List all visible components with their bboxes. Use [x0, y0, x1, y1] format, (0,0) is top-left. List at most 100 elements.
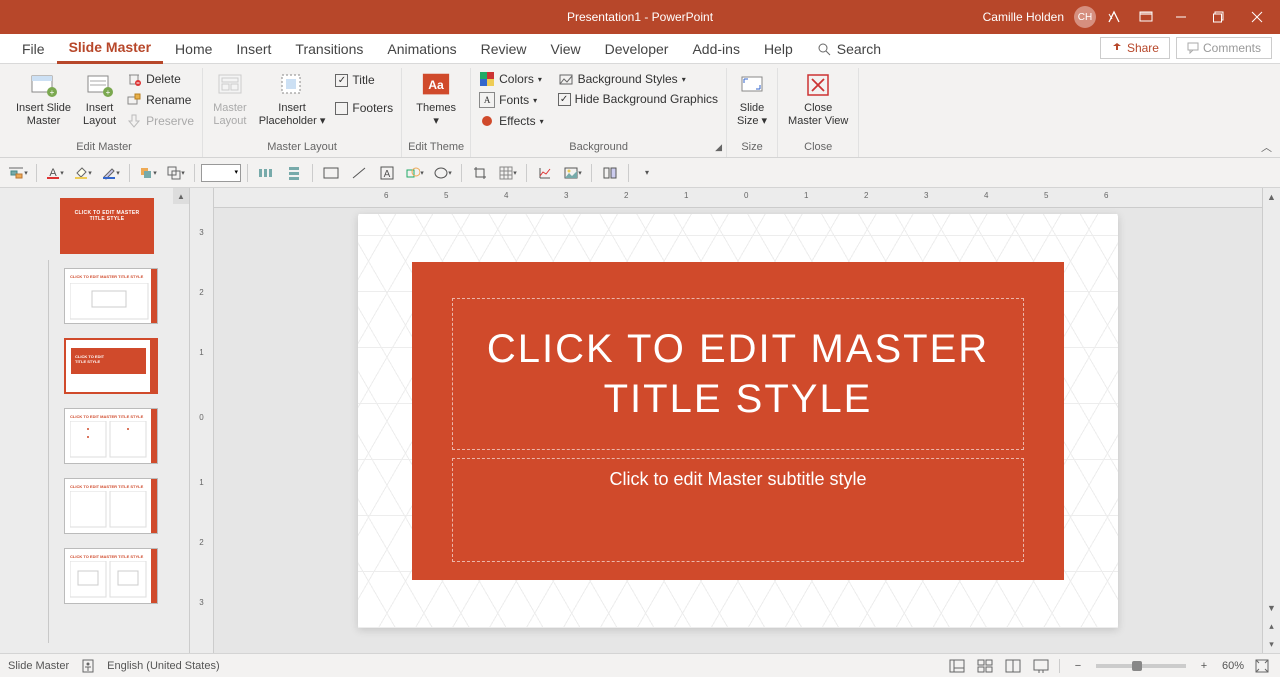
view-normal-button[interactable] [947, 657, 967, 675]
shapes-button[interactable]: ▾ [403, 162, 427, 184]
zoom-level[interactable]: 60% [1222, 660, 1244, 672]
group-button[interactable]: ▾ [164, 162, 188, 184]
preserve-button[interactable]: Preserve [124, 112, 196, 130]
status-language[interactable]: English (United States) [107, 660, 220, 672]
svg-text:Aa: Aa [428, 78, 444, 92]
thumb-layout-3[interactable]: CLICK TO EDIT MASTER TITLE STYLE [64, 408, 158, 464]
collapse-ribbon-button[interactable]: ︿ [1261, 139, 1272, 155]
tab-review[interactable]: Review [469, 35, 539, 63]
scroll-up-button[interactable]: ▲ [1263, 188, 1280, 206]
close-master-view-button[interactable]: Close Master View [784, 68, 852, 130]
group-label-edit-master: Edit Master [12, 139, 196, 157]
thumb-layout-5[interactable]: CLICK TO EDIT MASTER TITLE STYLE [64, 548, 158, 604]
comments-button[interactable]: Comments [1176, 37, 1272, 59]
rectangle-shape-button[interactable] [319, 162, 343, 184]
insert-placeholder-button[interactable]: Insert Placeholder ▾ [255, 68, 330, 130]
background-styles-button[interactable]: Background Styles ▾ [556, 70, 720, 88]
slide[interactable]: CLICK TO EDIT MASTER TITLE STYLE Click t… [358, 214, 1118, 628]
thumb-layout-1[interactable]: CLICK TO EDIT MASTER TITLE STYLE [64, 268, 158, 324]
tab-file[interactable]: File [10, 35, 57, 63]
align-button[interactable]: ▾ [6, 162, 30, 184]
text-box-button[interactable]: A [375, 162, 399, 184]
vertical-ruler: 3 2 1 0 1 2 3 [190, 188, 214, 653]
distribute-v-button[interactable] [282, 162, 306, 184]
thumbnail-panel[interactable]: ▲ CLICK TO EDIT MASTER TITLE STYLE CLICK… [0, 188, 190, 653]
group-close: Close Master View Close [778, 68, 859, 157]
group-label-master-layout: Master Layout [209, 139, 395, 157]
outline-button[interactable]: ▾ [99, 162, 123, 184]
shape-fill-swatch[interactable]: ▾ [201, 164, 241, 182]
title-checkbox[interactable]: ✓Title [333, 72, 395, 88]
view-reading-button[interactable] [1003, 657, 1023, 675]
distribute-h-button[interactable] [254, 162, 278, 184]
background-dialog-launcher[interactable]: ◢ [715, 142, 722, 153]
editor-canvas[interactable]: 6 5 4 3 2 1 0 1 2 3 4 5 6 CLICK TO EDIT … [214, 188, 1262, 653]
colors-button[interactable]: Colors ▾ [477, 70, 545, 88]
close-button[interactable] [1240, 3, 1274, 31]
scroll-down-button[interactable]: ▼ [1263, 599, 1280, 617]
display-options-icon[interactable] [1132, 3, 1160, 31]
user-name: Camille Holden [983, 10, 1064, 24]
coming-soon-icon[interactable] [1100, 3, 1128, 31]
tab-home[interactable]: Home [163, 35, 224, 63]
fit-to-window-button[interactable] [1252, 657, 1272, 675]
minimize-button[interactable] [1164, 3, 1198, 31]
line-shape-button[interactable] [347, 162, 371, 184]
user-avatar[interactable]: CH [1074, 6, 1096, 28]
view-sorter-button[interactable] [975, 657, 995, 675]
master-subtitle-placeholder[interactable]: Click to edit Master subtitle style [452, 458, 1024, 562]
thumb-master[interactable]: CLICK TO EDIT MASTER TITLE STYLE [60, 198, 154, 254]
oval-button[interactable]: ▾ [431, 162, 455, 184]
master-title-placeholder[interactable]: CLICK TO EDIT MASTER TITLE STYLE [452, 298, 1024, 450]
master-layout-button: Master Layout [209, 68, 251, 130]
selection-pane-button[interactable] [598, 162, 622, 184]
tab-view[interactable]: View [539, 35, 593, 63]
search-button[interactable]: Search [805, 35, 893, 63]
rename-button[interactable]: Rename [124, 91, 196, 109]
hide-background-checkbox[interactable]: ✓Hide Background Graphics [556, 91, 720, 107]
quick-toolbar: ▾ A▾ ▾ ▾ ▾ ▾ ▾ A ▾ ▾ ▾ ▾ ▾ [0, 158, 1280, 188]
thumb-layout-4[interactable]: CLICK TO EDIT MASTER TITLE STYLE [64, 478, 158, 534]
tab-help[interactable]: Help [752, 35, 805, 63]
chart-button[interactable] [533, 162, 557, 184]
zoom-out-button[interactable]: − [1068, 657, 1088, 675]
more-button[interactable]: ▾ [635, 162, 659, 184]
slide-size-button[interactable]: Slide Size ▾ [733, 68, 771, 130]
tab-developer[interactable]: Developer [593, 35, 681, 63]
crop-button[interactable] [468, 162, 492, 184]
tab-addins[interactable]: Add-ins [680, 35, 751, 63]
fonts-button[interactable]: AFonts ▾ [477, 91, 545, 109]
prev-slide-button[interactable]: ▴ [1263, 617, 1280, 635]
table-button[interactable]: ▾ [496, 162, 520, 184]
thumb-scroll-up[interactable]: ▲ [173, 188, 189, 204]
status-bar: Slide Master English (United States) − +… [0, 653, 1280, 677]
zoom-slider[interactable] [1096, 664, 1186, 668]
accessibility-icon[interactable] [81, 659, 95, 673]
group-edit-theme: Aa Themes▾ Edit Theme [402, 68, 471, 157]
picture-button[interactable]: ▾ [561, 162, 585, 184]
tab-slide-master[interactable]: Slide Master [57, 33, 163, 64]
view-slideshow-button[interactable] [1031, 657, 1051, 675]
footers-checkbox[interactable]: Footers [333, 100, 395, 116]
effects-button[interactable]: Effects ▾ [477, 112, 545, 130]
next-slide-button[interactable]: ▾ [1263, 635, 1280, 653]
fill-color-button[interactable]: ▾ [71, 162, 95, 184]
tab-insert[interactable]: Insert [224, 35, 283, 63]
tab-animations[interactable]: Animations [375, 35, 468, 63]
zoom-in-button[interactable]: + [1194, 657, 1214, 675]
ribbon: + Insert Slide Master + Insert Layout De… [0, 64, 1280, 158]
thumb-layout-2[interactable]: CLICK TO EDIT TITLE STYLE [64, 338, 158, 394]
delete-button[interactable]: Delete [124, 70, 196, 88]
insert-layout-button[interactable]: + Insert Layout [79, 68, 120, 130]
tab-transitions[interactable]: Transitions [283, 35, 375, 63]
group-master-layout: Master Layout Insert Placeholder ▾ ✓Titl… [203, 68, 402, 157]
insert-slide-master-button[interactable]: + Insert Slide Master [12, 68, 75, 130]
group-background: Colors ▾ AFonts ▾ Effects ▾ Background S… [471, 68, 727, 157]
font-color-button[interactable]: A▾ [43, 162, 67, 184]
slide-content-block: CLICK TO EDIT MASTER TITLE STYLE Click t… [412, 262, 1064, 580]
themes-button[interactable]: Aa Themes▾ [412, 68, 460, 130]
maximize-button[interactable] [1202, 3, 1236, 31]
arrange-button[interactable]: ▾ [136, 162, 160, 184]
vertical-scrollbar[interactable]: ▲ ▼ ▴ ▾ [1262, 188, 1280, 653]
share-button[interactable]: Share [1100, 37, 1170, 59]
